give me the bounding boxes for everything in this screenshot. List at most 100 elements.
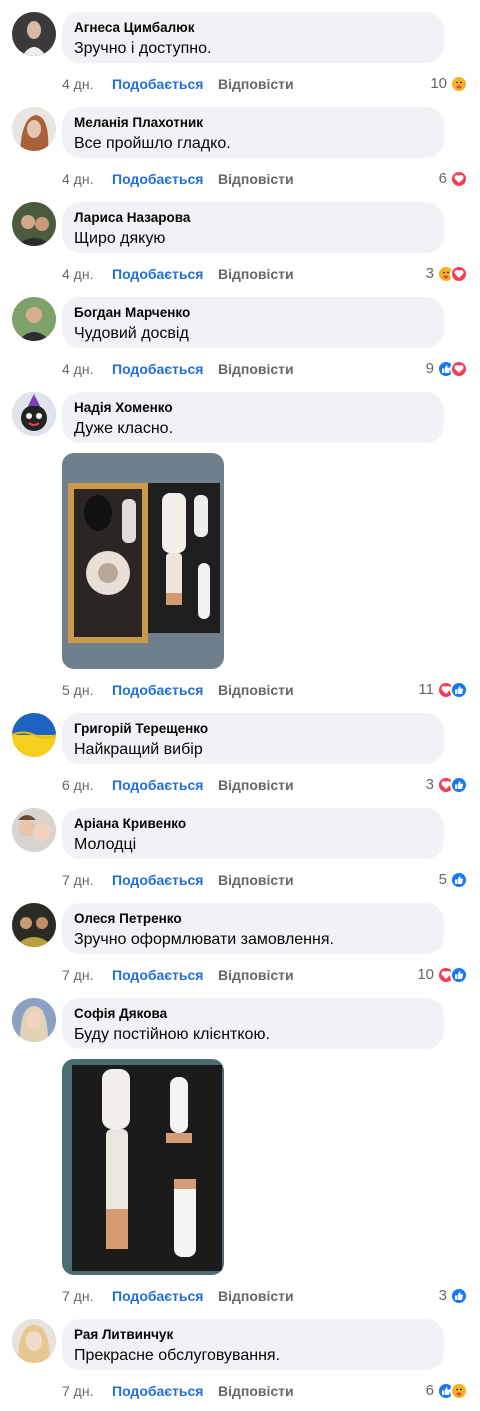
- like-button[interactable]: Подобається: [112, 359, 203, 379]
- like-button[interactable]: Подобається: [112, 74, 203, 94]
- comment-time[interactable]: 7 дн.: [62, 1381, 93, 1401]
- avatar[interactable]: [12, 1319, 56, 1363]
- like-button[interactable]: Подобається: [112, 775, 203, 795]
- comment-author[interactable]: Григорій Терещенко: [74, 721, 432, 737]
- comment-time[interactable]: 4 дн.: [62, 74, 93, 94]
- comment-text: Зручно і доступно.: [74, 40, 212, 57]
- like-button[interactable]: Подобається: [112, 169, 203, 189]
- comment-time[interactable]: 6 дн.: [62, 775, 93, 795]
- comment-author[interactable]: Агнеса Цимбалюк: [74, 20, 432, 36]
- comment-author[interactable]: Надія Хоменко: [74, 400, 432, 416]
- comment-bubble: Богдан Марченко Чудовий досвід: [62, 297, 444, 348]
- comment-author[interactable]: Олеся Петренко: [74, 911, 432, 927]
- reaction-summary[interactable]: 9: [426, 359, 468, 379]
- avatar[interactable]: [12, 713, 56, 757]
- like-reaction-icon: [450, 681, 468, 699]
- avatar[interactable]: [12, 107, 56, 151]
- comment-bubble: Григорій Терещенко Найкращий вибір: [62, 713, 444, 764]
- comment-photo[interactable]: [62, 1059, 224, 1275]
- comment-actions: 7 дн. Подобається Відповісти 3: [62, 1286, 480, 1306]
- care-reaction-icon: [450, 1382, 468, 1400]
- reply-button[interactable]: Відповісти: [218, 74, 294, 94]
- reply-button[interactable]: Відповісти: [218, 680, 294, 700]
- comment-author[interactable]: Рая Литвинчук: [74, 1327, 432, 1343]
- comment-text: Все пройшло гладко.: [74, 135, 231, 152]
- comment-author[interactable]: Аріана Кривенко: [74, 816, 432, 832]
- like-reaction-icon: [450, 871, 468, 889]
- comment-bubble: Рая Литвинчук Прекрасне обслуговування.: [62, 1319, 444, 1370]
- comment-bubble: Олеся Петренко Зручно оформлювати замовл…: [62, 903, 444, 954]
- like-button[interactable]: Подобається: [112, 965, 203, 985]
- reply-button[interactable]: Відповісти: [218, 1381, 294, 1401]
- comment-author[interactable]: Лариса Назарова: [74, 210, 432, 226]
- love-reaction-icon: [450, 265, 468, 283]
- comment-text: Буду постійною клієнткою.: [74, 1026, 270, 1043]
- reaction-count: 5: [438, 871, 447, 888]
- comment-time[interactable]: 4 дн.: [62, 264, 93, 284]
- like-button[interactable]: Подобається: [112, 1381, 203, 1401]
- comment-time[interactable]: 7 дн.: [62, 965, 93, 985]
- comment-author[interactable]: Софія Дякова: [74, 1006, 432, 1022]
- like-reaction-icon: [450, 776, 468, 794]
- reaction-count: 10: [430, 75, 447, 92]
- reaction-summary[interactable]: 10: [430, 74, 468, 94]
- reaction-summary[interactable]: 3: [426, 775, 468, 795]
- reaction-summary[interactable]: 5: [439, 870, 468, 890]
- comment-author[interactable]: Меланія Плахотник: [74, 115, 432, 131]
- like-button[interactable]: Подобається: [112, 264, 203, 284]
- reaction-summary[interactable]: 3: [426, 264, 468, 284]
- comment-actions: 7 дн. Подобається Відповісти 10: [62, 965, 480, 985]
- like-button[interactable]: Подобається: [112, 870, 203, 890]
- comment-actions: 4 дн. Подобається Відповісти 9: [62, 359, 480, 379]
- reply-button[interactable]: Відповісти: [218, 1286, 294, 1306]
- reaction-count: 3: [425, 265, 434, 282]
- avatar[interactable]: [12, 297, 56, 341]
- reply-button[interactable]: Відповісти: [218, 169, 294, 189]
- reaction-count: 9: [425, 360, 434, 377]
- avatar[interactable]: [12, 998, 56, 1042]
- comment-text: Дуже класно.: [74, 420, 174, 437]
- reaction-summary[interactable]: 11: [418, 680, 468, 700]
- reaction-count: 3: [438, 1287, 447, 1304]
- reply-button[interactable]: Відповісти: [218, 264, 294, 284]
- reply-button[interactable]: Відповісти: [218, 870, 294, 890]
- avatar[interactable]: [12, 202, 56, 246]
- love-reaction-icon: [450, 170, 468, 188]
- comment-text: Чудовий досвід: [74, 325, 189, 342]
- comment-bubble: Меланія Плахотник Все пройшло гладко.: [62, 107, 444, 158]
- comment-actions: 7 дн. Подобається Відповісти 5: [62, 870, 480, 890]
- comment-bubble: Надія Хоменко Дуже класно.: [62, 392, 444, 443]
- avatar[interactable]: [12, 392, 56, 436]
- comment-bubble: Лариса Назарова Щиро дякую: [62, 202, 444, 253]
- comment-time[interactable]: 5 дн.: [62, 680, 93, 700]
- care-reaction-icon: [450, 75, 468, 93]
- comment-time[interactable]: 4 дн.: [62, 359, 93, 379]
- comment-bubble: Аріана Кривенко Молодці: [62, 808, 444, 859]
- avatar[interactable]: [12, 808, 56, 852]
- reaction-count: 3: [425, 776, 434, 793]
- reply-button[interactable]: Відповісти: [218, 359, 294, 379]
- avatar[interactable]: [12, 12, 56, 56]
- reply-button[interactable]: Відповісти: [218, 965, 294, 985]
- like-button[interactable]: Подобається: [112, 680, 203, 700]
- comment-actions: 4 дн. Подобається Відповісти 6: [62, 169, 480, 189]
- like-button[interactable]: Подобається: [112, 1286, 203, 1306]
- reaction-count: 6: [438, 170, 447, 187]
- reaction-summary[interactable]: 10: [417, 965, 468, 985]
- reaction-summary[interactable]: 6: [426, 1381, 468, 1401]
- comment-photo[interactable]: [62, 453, 224, 669]
- reaction-count: 11: [418, 681, 434, 698]
- comment-time[interactable]: 7 дн.: [62, 870, 93, 890]
- comment-text: Прекрасне обслуговування.: [74, 1347, 281, 1364]
- comment-text: Молодці: [74, 836, 137, 853]
- comment-time[interactable]: 7 дн.: [62, 1286, 93, 1306]
- comment-actions: 7 дн. Подобається Відповісти 6: [62, 1381, 480, 1401]
- comment-time[interactable]: 4 дн.: [62, 169, 93, 189]
- reaction-summary[interactable]: 6: [439, 169, 468, 189]
- comment-author[interactable]: Богдан Марченко: [74, 305, 432, 321]
- comment-text: Щиро дякую: [74, 230, 166, 247]
- like-reaction-icon: [450, 966, 468, 984]
- reaction-summary[interactable]: 3: [439, 1286, 468, 1306]
- reply-button[interactable]: Відповісти: [218, 775, 294, 795]
- avatar[interactable]: [12, 903, 56, 947]
